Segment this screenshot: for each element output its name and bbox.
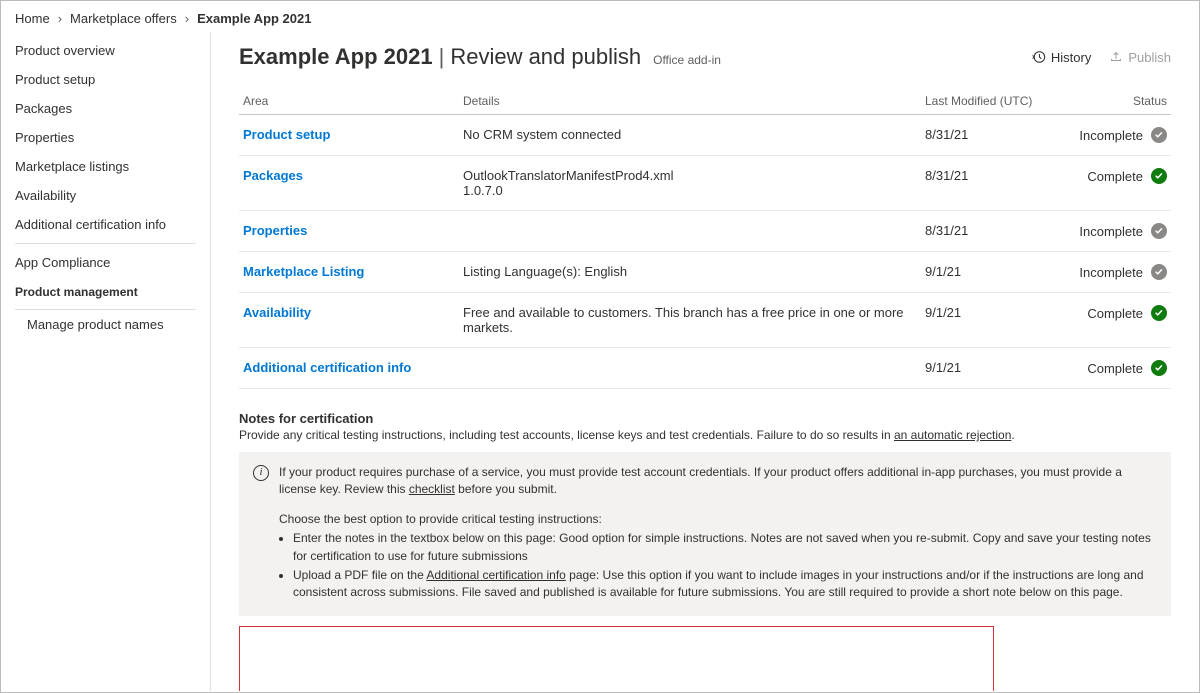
table-row: Additional certification info 9/1/21 Compl… xyxy=(239,348,1171,389)
chevron-right-icon: › xyxy=(185,11,189,26)
row-status: Complete xyxy=(1087,305,1167,321)
sidebar-item-availability[interactable]: Availability xyxy=(1,181,210,210)
breadcrumb-offers[interactable]: Marketplace offers xyxy=(70,11,177,26)
check-icon xyxy=(1151,360,1167,376)
notes-description: Provide any critical testing instruction… xyxy=(239,428,1171,442)
row-details: Free and available to customers. This br… xyxy=(459,293,921,348)
sidebar: Product overview Product setup Packages … xyxy=(1,32,211,691)
area-link[interactable]: Product setup xyxy=(243,127,330,142)
table-row: Properties 8/31/21 Incomplete xyxy=(239,211,1171,252)
sidebar-section-product-management: Product management xyxy=(1,277,210,305)
row-details: No CRM system connected xyxy=(459,115,921,156)
col-area: Area xyxy=(239,88,459,115)
main-content: Example App 2021 | Review and publish Of… xyxy=(211,32,1199,691)
sidebar-item-manage-names[interactable]: Manage product names xyxy=(1,310,210,339)
history-icon xyxy=(1032,50,1046,64)
incomplete-icon xyxy=(1151,127,1167,143)
info-callout: i If your product requires purchase of a… xyxy=(239,452,1171,616)
page-title-app: Example App 2021 xyxy=(239,44,433,70)
info-choose-text: Choose the best option to provide critic… xyxy=(279,511,1157,528)
divider xyxy=(15,243,196,244)
chevron-right-icon: › xyxy=(58,11,62,26)
info-text: If your product requires purchase of a s… xyxy=(279,464,1157,499)
row-details xyxy=(459,348,921,389)
publish-header-label: Publish xyxy=(1128,50,1171,65)
info-bullet-1: Enter the notes in the textbox below on … xyxy=(293,530,1157,565)
notes-heading: Notes for certification xyxy=(239,411,1171,426)
sidebar-item-packages[interactable]: Packages xyxy=(1,94,210,123)
info-bullet-2: Upload a PDF file on the Additional cert… xyxy=(293,567,1157,602)
row-status: Incomplete xyxy=(1079,127,1167,143)
row-date: 8/31/21 xyxy=(921,115,1051,156)
header-actions: History Publish xyxy=(1032,50,1171,65)
row-details: Listing Language(s): English xyxy=(459,252,921,293)
info-icon: i xyxy=(253,465,269,481)
check-icon xyxy=(1151,168,1167,184)
summary-table: Area Details Last Modified (UTC) Status … xyxy=(239,88,1171,389)
sidebar-item-cert-info[interactable]: Additional certification info xyxy=(1,210,210,239)
checklist-link[interactable]: checklist xyxy=(409,482,455,496)
row-status: Complete xyxy=(1087,168,1167,184)
sidebar-item-compliance[interactable]: App Compliance xyxy=(1,248,210,277)
row-date: 9/1/21 xyxy=(921,252,1051,293)
breadcrumb-home[interactable]: Home xyxy=(15,11,50,26)
table-row: Availability Free and available to custom… xyxy=(239,293,1171,348)
col-status: Status xyxy=(1051,88,1171,115)
page-header: Example App 2021 | Review and publish Of… xyxy=(239,44,1171,70)
breadcrumb-current: Example App 2021 xyxy=(197,11,311,26)
publish-header-button: Publish xyxy=(1109,50,1171,65)
page-title-subtitle: Review and publish xyxy=(450,44,641,70)
additional-cert-link[interactable]: Additional certification info xyxy=(426,568,565,582)
page-title-tag: Office add-in xyxy=(653,53,721,67)
incomplete-icon xyxy=(1151,223,1167,239)
row-status: Incomplete xyxy=(1079,223,1167,239)
sidebar-item-overview[interactable]: Product overview xyxy=(1,36,210,65)
title-separator: | xyxy=(439,44,445,70)
sidebar-item-properties[interactable]: Properties xyxy=(1,123,210,152)
automatic-rejection-link[interactable]: an automatic rejection xyxy=(894,428,1011,442)
row-date: 9/1/21 xyxy=(921,293,1051,348)
row-date: 8/31/21 xyxy=(921,156,1051,211)
breadcrumb: Home › Marketplace offers › Example App … xyxy=(1,1,1199,32)
col-details: Details xyxy=(459,88,921,115)
table-row: Marketplace Listing Listing Language(s): … xyxy=(239,252,1171,293)
history-label: History xyxy=(1051,50,1091,65)
table-row: Product setup No CRM system connected8/31… xyxy=(239,115,1171,156)
area-link[interactable]: Availability xyxy=(243,305,311,320)
area-link[interactable]: Properties xyxy=(243,223,307,238)
row-status: Complete xyxy=(1087,360,1167,376)
sidebar-item-listings[interactable]: Marketplace listings xyxy=(1,152,210,181)
history-button[interactable]: History xyxy=(1032,50,1091,65)
col-modified: Last Modified (UTC) xyxy=(921,88,1051,115)
row-details xyxy=(459,211,921,252)
row-details: OutlookTranslatorManifestProd4.xml1.0.7.… xyxy=(459,156,921,211)
row-status: Incomplete xyxy=(1079,264,1167,280)
table-row: Packages OutlookTranslatorManifestProd4.x… xyxy=(239,156,1171,211)
sidebar-item-setup[interactable]: Product setup xyxy=(1,65,210,94)
check-icon xyxy=(1151,305,1167,321)
row-date: 9/1/21 xyxy=(921,348,1051,389)
publish-icon xyxy=(1109,50,1123,64)
area-link[interactable]: Additional certification info xyxy=(243,360,411,375)
row-date: 8/31/21 xyxy=(921,211,1051,252)
area-link[interactable]: Marketplace Listing xyxy=(243,264,364,279)
incomplete-icon xyxy=(1151,264,1167,280)
area-link[interactable]: Packages xyxy=(243,168,303,183)
notes-textarea[interactable] xyxy=(239,626,994,691)
page-title: Example App 2021 | Review and publish Of… xyxy=(239,44,721,70)
